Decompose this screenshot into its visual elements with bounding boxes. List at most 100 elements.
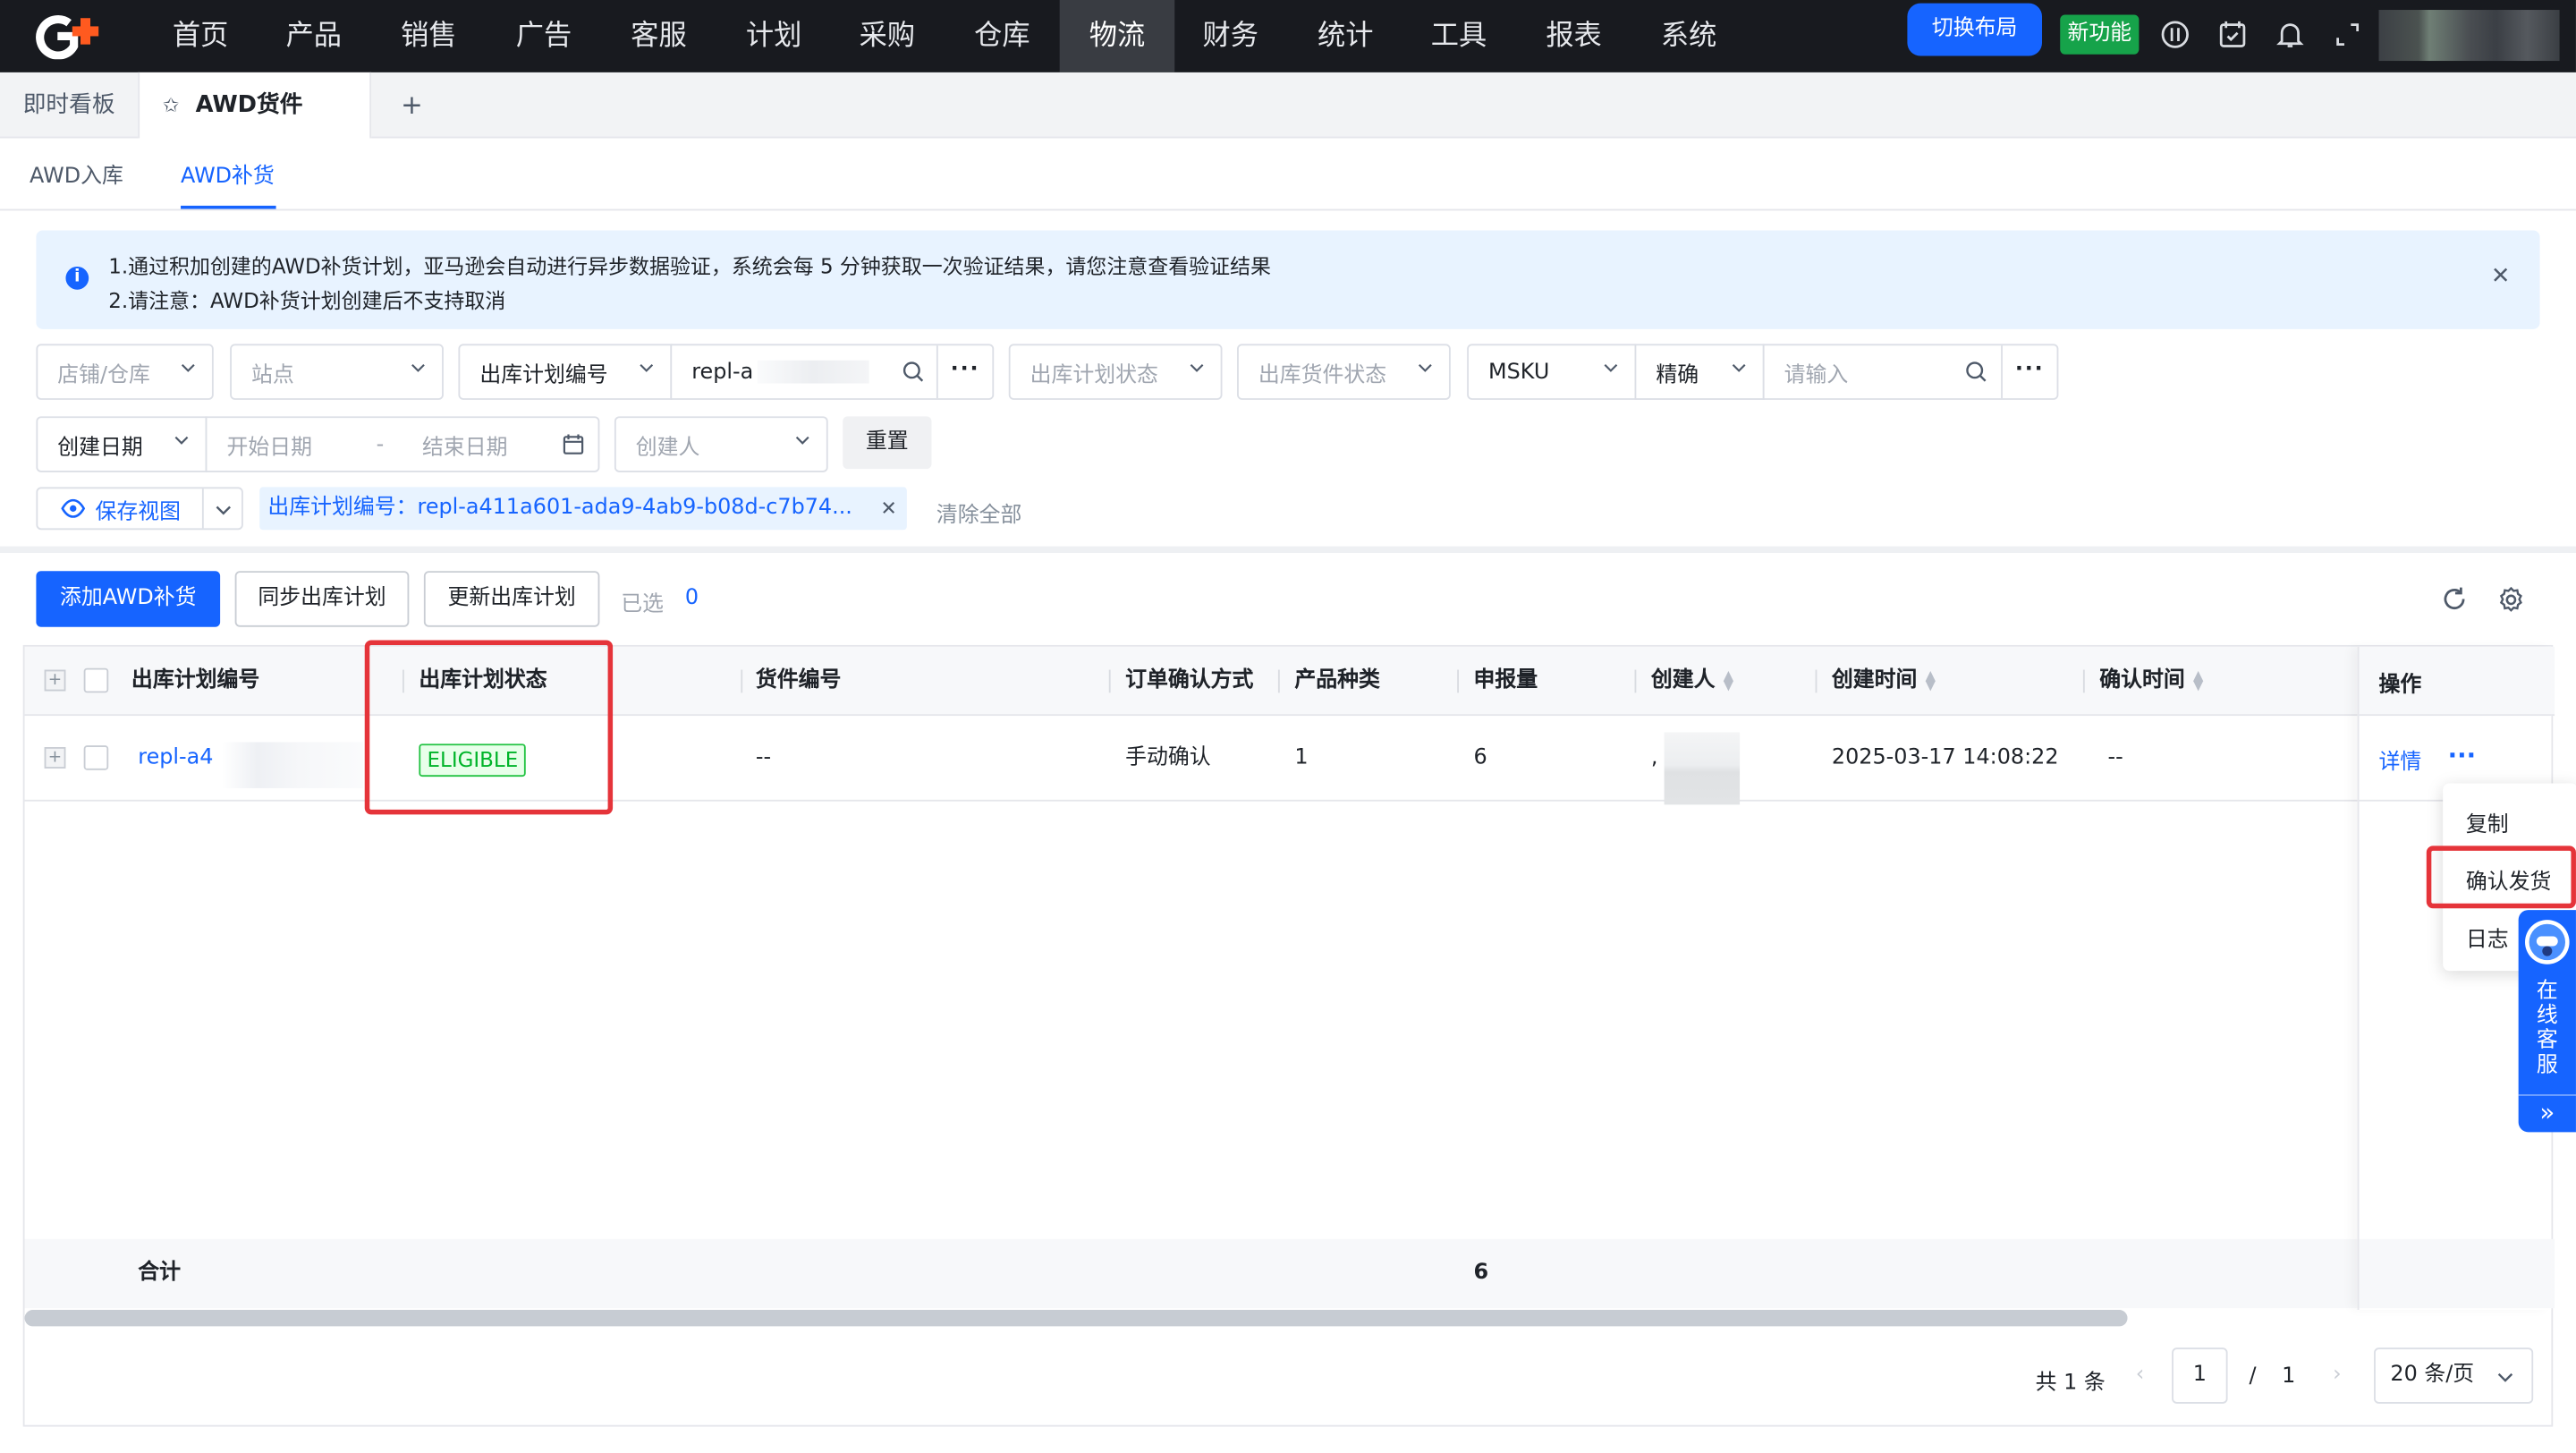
fullscreen-icon[interactable] — [2331, 20, 2364, 53]
page-size-select[interactable]: 20 条/页 — [2374, 1347, 2534, 1404]
date-range-picker[interactable]: 开始日期 - 结束日期 — [205, 416, 600, 472]
calendar-check-icon[interactable] — [2216, 20, 2250, 53]
online-service-widget[interactable]: 在线客服 » — [2518, 910, 2576, 1133]
plan-no-field-select[interactable]: 出库计划编号 — [458, 344, 673, 400]
msku-field-select[interactable]: MSKU — [1467, 344, 1637, 400]
shipment-status-placeholder: 出库货件状态 — [1258, 362, 1387, 388]
creator-select[interactable]: 创建人 — [614, 416, 828, 472]
search-icon[interactable] — [1965, 361, 1988, 384]
subtab-awd-replenish[interactable]: AWD补货 — [181, 158, 275, 190]
nav-item[interactable]: 统计 — [1288, 0, 1403, 72]
highlight-status-box — [364, 640, 614, 815]
alert-line-2: 2.请注意：AWD补货计划创建后不支持取消 — [108, 287, 506, 313]
expand-icon[interactable]: » — [2519, 1098, 2576, 1127]
speed-icon[interactable] — [2158, 20, 2191, 53]
bell-icon[interactable] — [2274, 20, 2307, 53]
next-page-icon[interactable]: › — [2333, 1363, 2342, 1388]
more-options-icon[interactable]: ··· — [2001, 345, 2056, 399]
nav-item[interactable]: 财务 — [1173, 0, 1288, 72]
chevron-down-icon[interactable] — [216, 502, 232, 518]
settings-icon[interactable] — [2497, 586, 2525, 614]
confirm-mode-cell: 手动确认 — [1125, 745, 1211, 770]
store-warehouse-select[interactable]: 店铺/仓库 — [36, 344, 214, 400]
sync-plan-button[interactable]: 同步出库计划 — [234, 571, 410, 627]
close-icon[interactable]: ✕ — [880, 487, 896, 530]
plan-no-search-input[interactable]: repl-a ··· — [670, 344, 995, 400]
start-date-placeholder[interactable]: 开始日期 — [226, 429, 312, 460]
close-icon[interactable]: ✕ — [2491, 263, 2511, 289]
column-divider — [1457, 669, 1459, 693]
site-select[interactable]: 站点 — [230, 344, 444, 400]
subtab-awd-inbound[interactable]: AWD入库 — [30, 158, 123, 190]
divider — [201, 489, 204, 529]
total-count: 共 1 条 — [2035, 1371, 2106, 1396]
match-mode-select[interactable]: 精确 — [1634, 344, 1765, 400]
nav-item[interactable]: 仓库 — [945, 0, 1060, 72]
page-input[interactable]: 1 — [2172, 1347, 2228, 1404]
save-view-button[interactable]: 保存视图 — [36, 487, 243, 531]
plan-status-select[interactable]: 出库计划状态 — [1008, 344, 1223, 400]
chevron-down-icon — [174, 436, 189, 445]
creator-cell: , — [1650, 745, 1658, 770]
search-icon[interactable] — [902, 361, 925, 384]
expand-all-icon[interactable]: + — [44, 669, 66, 692]
nav-item[interactable]: 报表 — [1516, 0, 1631, 72]
clear-all-link[interactable]: 清除全部 — [936, 497, 1022, 529]
refresh-icon[interactable] — [2441, 586, 2467, 612]
shipment-no-cell: -- — [755, 745, 772, 770]
update-plan-button[interactable]: 更新出库计划 — [423, 571, 600, 627]
tab-board[interactable]: 即时看板 — [23, 72, 115, 139]
reset-button[interactable]: 重置 — [843, 416, 932, 470]
sort-icon[interactable]: ▲ ▼ — [1724, 668, 1733, 692]
more-options-icon[interactable]: ··· — [936, 345, 992, 399]
user-avatar[interactable] — [2378, 10, 2560, 62]
add-tab-button[interactable]: + — [401, 72, 423, 139]
service-label: 在线客服 — [2536, 979, 2558, 1078]
select-all-checkbox[interactable] — [83, 667, 109, 693]
store-placeholder: 店铺/仓库 — [57, 362, 150, 388]
col-confirmed-at[interactable]: 确认时间 ▲ ▼ — [2099, 647, 2203, 716]
new-feature-button[interactable]: 新功能 — [2060, 14, 2140, 55]
col-shipment-no: 货件编号 — [755, 667, 842, 693]
end-date-placeholder[interactable]: 结束日期 — [422, 429, 508, 460]
menu-item-log[interactable]: 日志 — [2466, 922, 2509, 953]
nav-item[interactable]: 物流 — [1059, 0, 1175, 72]
row-checkbox[interactable] — [83, 745, 109, 770]
nav-item[interactable]: 产品 — [257, 0, 372, 72]
expand-row-icon[interactable]: + — [44, 746, 66, 769]
sort-icon[interactable]: ▲ ▼ — [2193, 668, 2203, 692]
col-plan-no: 出库计划编号 — [131, 667, 260, 693]
nav-item[interactable]: 广告 — [487, 0, 602, 72]
nav-item[interactable]: 采购 — [830, 0, 945, 72]
nav-item[interactable]: 计划 — [716, 0, 832, 72]
page-separator: / — [2249, 1364, 2257, 1389]
calendar-icon — [563, 434, 584, 455]
nav-item[interactable]: 工具 — [1402, 0, 1517, 72]
confirmed-at-cell: -- — [2107, 745, 2123, 770]
switch-layout-button[interactable]: 切换布局 — [1907, 3, 2043, 56]
menu-item-copy[interactable]: 复制 — [2466, 806, 2509, 838]
plan-no-link[interactable]: repl-a4 — [138, 716, 213, 802]
col-created-at[interactable]: 创建时间 ▲ ▼ — [1832, 647, 1936, 716]
app-logo[interactable] — [30, 13, 112, 60]
nav-item[interactable]: 客服 — [601, 0, 716, 72]
detail-link[interactable]: 详情 — [2379, 743, 2422, 776]
col-creator[interactable]: 创建人 ▲ ▼ — [1651, 647, 1733, 716]
horizontal-scrollbar[interactable] — [24, 1310, 2128, 1327]
tab-awd-shipment[interactable]: ✩ AWD货件 — [138, 72, 372, 139]
nav-item[interactable]: 首页 — [143, 0, 258, 72]
nav-item[interactable]: 销售 — [371, 0, 487, 72]
msku-input-placeholder: 请输入 — [1784, 362, 1849, 388]
msku-search-input[interactable]: 请输入 ··· — [1762, 344, 2059, 400]
nav-item[interactable]: 系统 — [1631, 0, 1747, 72]
prev-page-icon[interactable]: ‹ — [2136, 1363, 2145, 1388]
pin-icon[interactable]: ✩ — [163, 72, 179, 139]
msku-label: MSKU — [1488, 359, 1550, 385]
date-type-select[interactable]: 创建日期 — [36, 416, 208, 472]
sort-icon[interactable]: ▲ ▼ — [1926, 668, 1936, 692]
add-awd-replenish-button[interactable]: 添加AWD补货 — [36, 571, 221, 627]
alert-line-1: 1.通过积加创建的AWD补货计划，亚马逊会自动进行异步数据验证，系统会每 5 分… — [108, 253, 1272, 278]
shipment-status-select[interactable]: 出库货件状态 — [1237, 344, 1451, 400]
col-confirmed-at-label: 确认时间 — [2099, 667, 2185, 693]
more-actions-icon[interactable]: ··· — [2448, 741, 2476, 770]
